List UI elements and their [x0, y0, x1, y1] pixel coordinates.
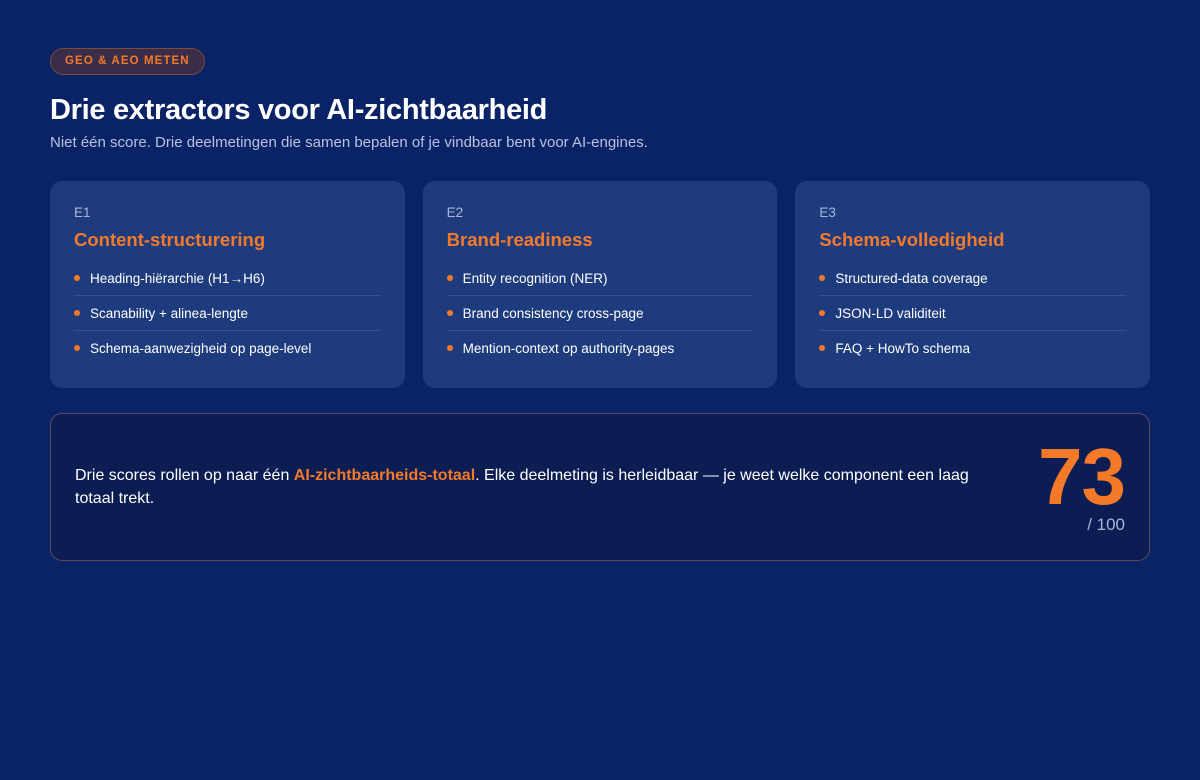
summary-text-before: Drie scores rollen op naar één	[75, 467, 294, 484]
total-score: 73 / 100	[1038, 432, 1126, 536]
list-item: Heading-hiërarchie (H1→H6)	[74, 261, 381, 296]
list-item-label: Brand consistency cross-page	[462, 306, 644, 321]
list-item: Entity recognition (NER)	[446, 261, 754, 296]
bullet-dot-icon	[446, 310, 453, 316]
list-item-label: Structured-data coverage	[835, 271, 988, 286]
card-list: Structured-data coverage JSON-LD validit…	[819, 261, 1127, 365]
list-item: FAQ + HowTo schema	[819, 331, 1126, 365]
card-title: Content-structurering	[74, 229, 266, 250]
bullet-dot-icon	[819, 310, 826, 316]
list-item-label: Scanability + alinea-lengte	[90, 306, 248, 321]
summary-highlight: AI-zichtbaarheids-totaal	[293, 467, 476, 484]
list-item: JSON-LD validiteit	[819, 296, 1127, 331]
bullet-dot-icon	[74, 310, 80, 316]
list-item-label: JSON-LD validiteit	[835, 306, 946, 321]
bullet-dot-icon	[446, 345, 453, 351]
list-item: Schema-aanwezigheid op page-level	[74, 331, 381, 365]
list-item-label: FAQ + HowTo schema	[835, 341, 971, 356]
card-list: Entity recognition (NER) Brand consisten…	[446, 261, 754, 365]
summary-text: Drie scores rollen op naar één AI-zichtb…	[75, 464, 995, 510]
extractor-card-e1: E1 Content-structurering Heading-hiërarc…	[50, 181, 405, 388]
bullet-dot-icon	[819, 345, 826, 351]
card-code: E2	[446, 205, 464, 220]
score-value: 73	[1038, 432, 1126, 521]
card-list: Heading-hiërarchie (H1→H6) Scanability +…	[74, 261, 381, 365]
extractor-card-e3: E3 Schema-volledigheid Structured-data c…	[795, 181, 1151, 388]
extractor-card-e2: E2 Brand-readiness Entity recognition (N…	[422, 181, 778, 388]
list-item: Structured-data coverage	[819, 261, 1127, 296]
list-item: Scanability + alinea-lengte	[74, 296, 381, 331]
list-item-label: Schema-aanwezigheid op page-level	[90, 341, 312, 356]
card-title: Schema-volledigheid	[819, 229, 1005, 250]
bullet-dot-icon	[446, 275, 453, 281]
bullet-dot-icon	[74, 275, 80, 281]
list-item-label: Heading-hiërarchie (H1→H6)	[90, 271, 265, 286]
summary-panel: Drie scores rollen op naar één AI-zichtb…	[50, 413, 1150, 561]
section-badge: GEO & AEO METEN	[50, 48, 205, 75]
page-title: Drie extractors voor AI-zichtbaarheid	[50, 94, 548, 126]
page-subtitle: Niet één score. Drie deelmetingen die sa…	[50, 134, 648, 151]
card-code: E1	[74, 205, 91, 220]
card-title: Brand-readiness	[446, 229, 593, 250]
list-item-label: Mention-context op authority-pages	[462, 341, 675, 356]
card-code: E3	[819, 205, 836, 220]
bullet-dot-icon	[819, 275, 826, 281]
extractor-cards: E1 Content-structurering Heading-hiërarc…	[50, 181, 1151, 388]
page: GEO & AEO METEN Drie extractors voor AI-…	[0, 0, 1200, 780]
list-item: Mention-context op authority-pages	[446, 331, 754, 365]
bullet-dot-icon	[74, 345, 80, 351]
list-item-label: Entity recognition (NER)	[462, 271, 608, 286]
list-item: Brand consistency cross-page	[446, 296, 754, 331]
